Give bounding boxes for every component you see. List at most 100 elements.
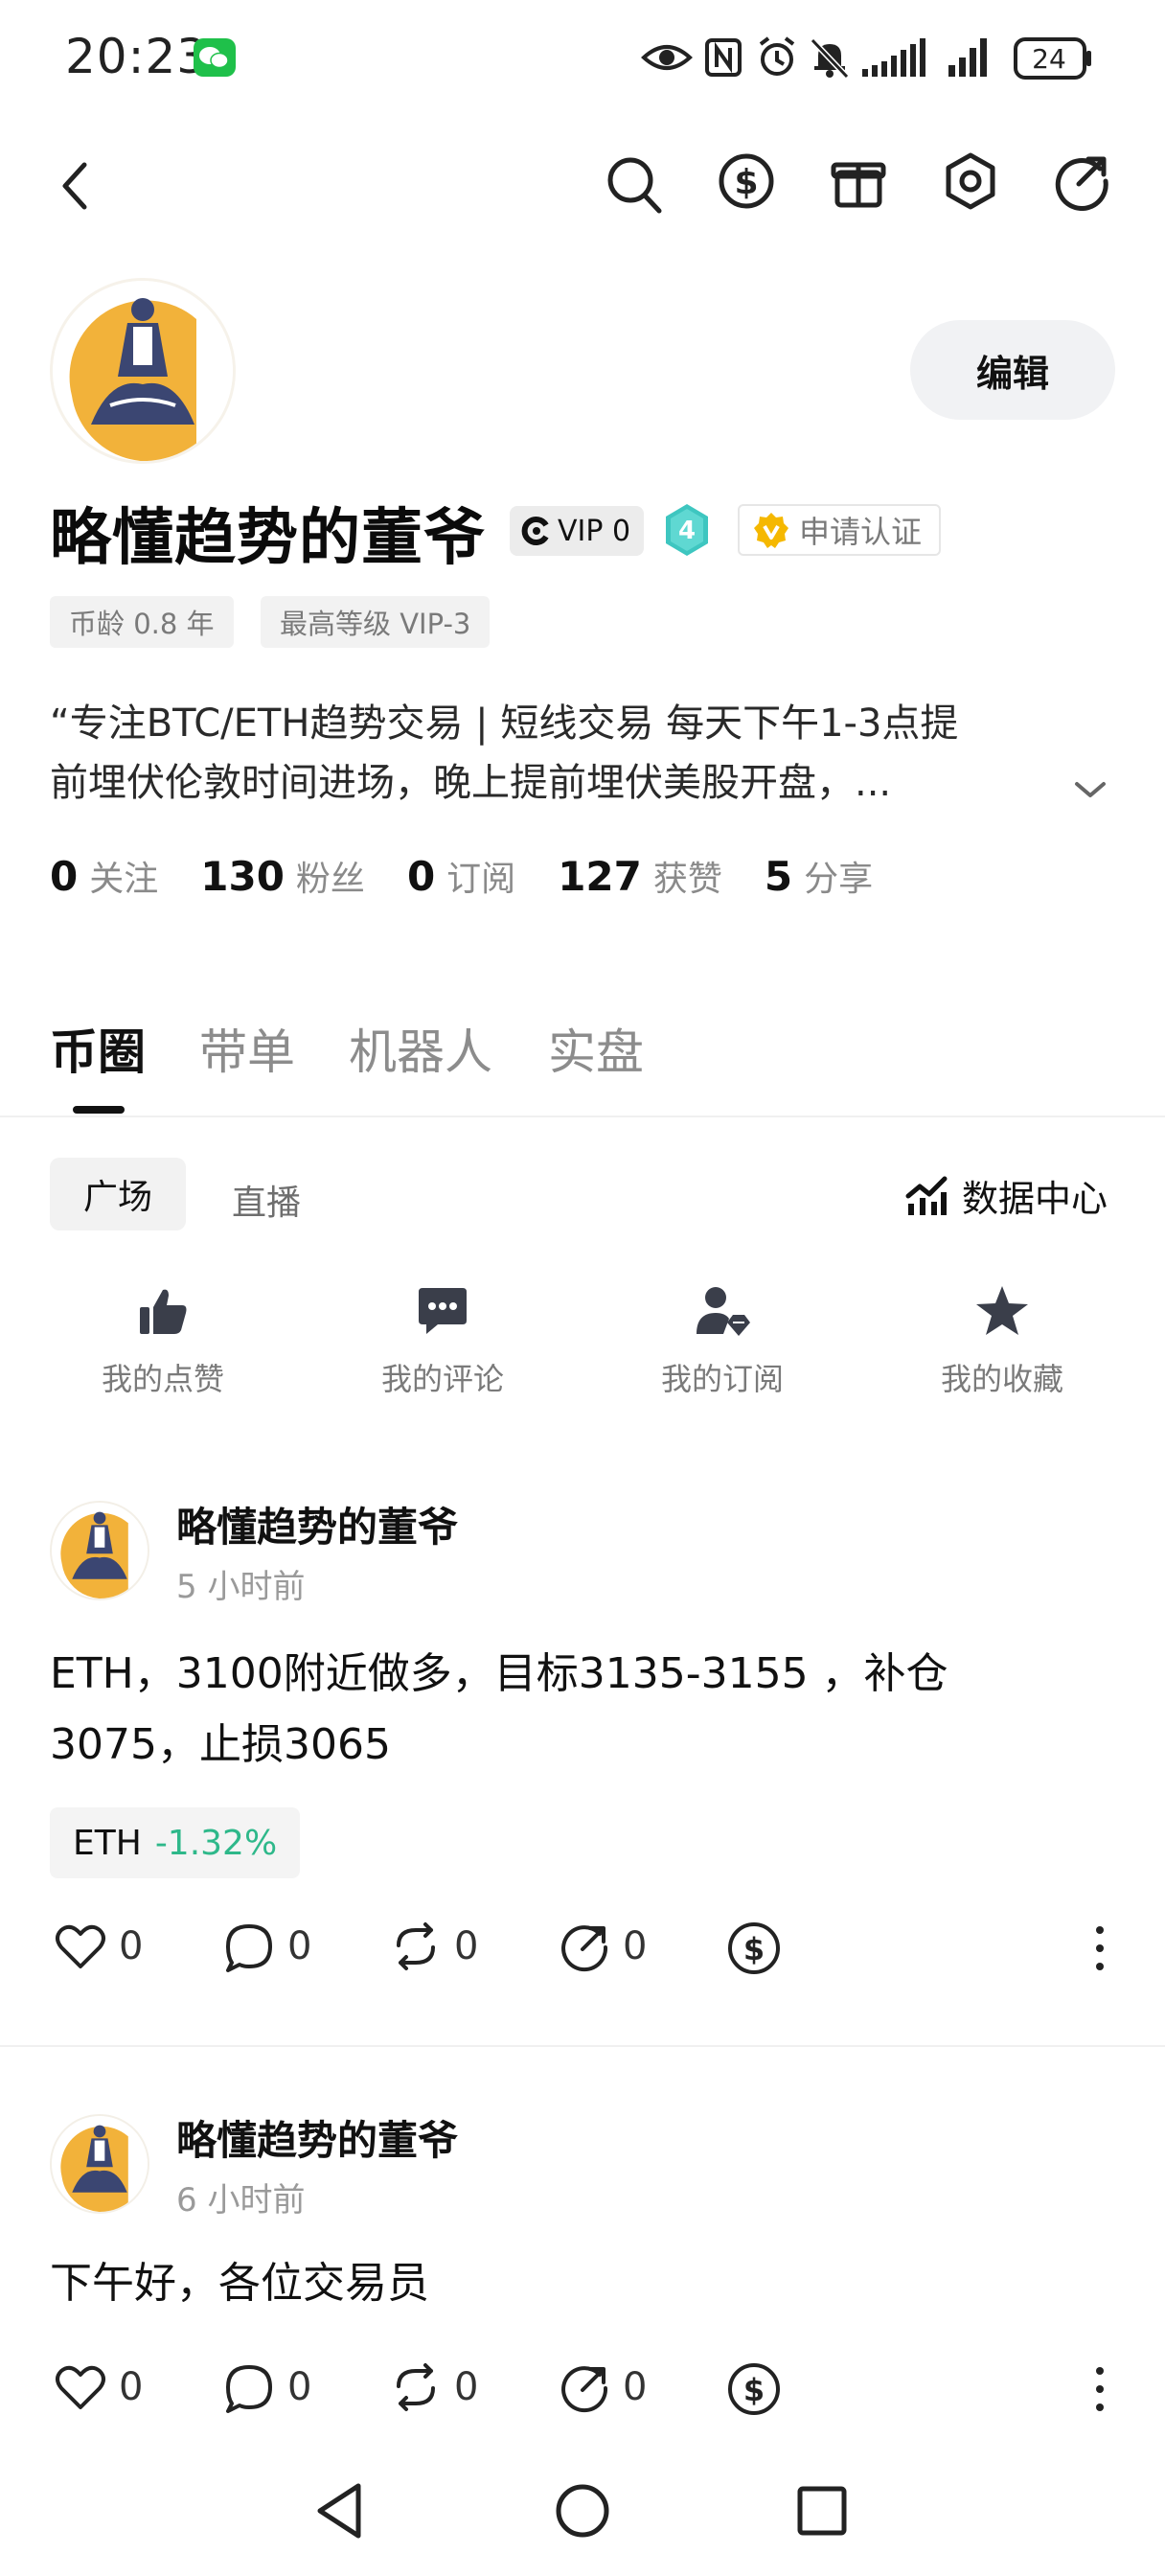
nav-back-icon[interactable] — [312, 2480, 366, 2542]
comment-button[interactable]: 0 — [222, 1920, 311, 1972]
post-timestamp: 5 小时前 — [176, 1568, 306, 1606]
shortcut-label: 我的订阅 — [660, 1361, 784, 1397]
my-favorites-shortcut[interactable]: 我的收藏 — [897, 1284, 1108, 1399]
signal-icon — [860, 34, 929, 80]
profile-bio[interactable]: “专注BTC/ETH趋势交易 | 短线交易 每天下午1-3点提 前埋伏伦敦时间进… — [50, 694, 1085, 813]
mute-bell-icon — [809, 34, 851, 80]
post-divider — [0, 2045, 1165, 2047]
share-icon[interactable] — [1052, 151, 1111, 211]
like-count: 0 — [119, 1924, 144, 1968]
coin-change: -1.32% — [154, 1823, 278, 1863]
tab-coin-circle[interactable]: 币圈 — [50, 1014, 146, 1083]
tabs-divider — [0, 1116, 1165, 1117]
data-center-label: 数据中心 — [962, 1178, 1108, 1220]
my-comments-shortcut[interactable]: 我的评论 — [337, 1284, 548, 1399]
post-author-avatar[interactable] — [50, 2114, 149, 2214]
comment-button[interactable]: 0 — [222, 2361, 311, 2413]
subscribe-icon — [695, 1284, 750, 1338]
stat-label: 关注 — [89, 860, 159, 899]
post-content[interactable]: 下午好，各位交易员 — [50, 2248, 1104, 2319]
wechat-notification-icon — [194, 38, 236, 77]
edit-profile-button[interactable]: 编辑 — [910, 320, 1115, 420]
post-content[interactable]: ETH，3100附近做多，目标3135-3155 ，补仓 3075，止损3065 — [50, 1639, 1104, 1781]
certify-icon — [753, 511, 789, 549]
post-line-2: 3075，止损3065 — [50, 1720, 391, 1769]
more-options-icon[interactable] — [1090, 1924, 1109, 1972]
coin-ticker-tag[interactable]: ETH -1.32% — [50, 1807, 301, 1878]
nav-recents-icon[interactable] — [795, 2480, 849, 2542]
svg-text:$: $ — [734, 163, 758, 202]
my-likes-shortcut[interactable]: 我的点赞 — [57, 1284, 268, 1399]
stat-shares[interactable]: 5 分享 — [765, 851, 873, 901]
svg-text:$: $ — [743, 1931, 765, 1967]
certify-label: 申请认证 — [799, 514, 923, 550]
subtab-live[interactable]: 直播 — [232, 1175, 301, 1225]
more-options-icon[interactable] — [1090, 2365, 1109, 2413]
heart-icon — [54, 2361, 107, 2413]
nav-home-icon[interactable] — [554, 2480, 611, 2542]
stat-value: 0 — [406, 853, 436, 900]
tip-button[interactable]: $ — [726, 1920, 782, 1976]
gift-icon[interactable] — [830, 151, 887, 211]
subtab-plaza[interactable]: 广场 — [50, 1158, 186, 1230]
level-badge[interactable]: 4 — [663, 502, 711, 558]
settings-icon[interactable] — [941, 151, 1000, 211]
thumbs-up-icon — [136, 1284, 190, 1338]
eye-icon — [640, 34, 694, 80]
repost-count: 0 — [454, 1924, 479, 1968]
stat-likes-received[interactable]: 127 获赞 — [558, 851, 722, 901]
repost-icon — [389, 2361, 443, 2413]
repost-button[interactable]: 0 — [389, 2361, 478, 2413]
tip-dollar-icon: $ — [726, 2361, 782, 2417]
tip-dollar-icon: $ — [726, 1920, 782, 1976]
profile-avatar[interactable] — [50, 278, 236, 464]
max-vip-tag: 最高等级 VIP-3 — [261, 596, 491, 648]
share-post-button[interactable]: 0 — [558, 1920, 647, 1972]
stat-followers[interactable]: 130 粉丝 — [200, 851, 365, 901]
post-line-1: ETH，3100附近做多，目标3135-3155 ，补仓 — [50, 1649, 948, 1698]
coin-symbol: ETH — [73, 1823, 142, 1863]
back-button[interactable] — [54, 157, 96, 215]
stat-value: 130 — [200, 853, 285, 900]
account-age-tag: 币龄 0.8 年 — [50, 596, 234, 648]
share-arrow-icon — [558, 2361, 611, 2413]
apply-certification-button[interactable]: 申请认证 — [738, 504, 942, 556]
share-arrow-icon — [558, 1920, 611, 1972]
stat-subscriptions[interactable]: 0 订阅 — [407, 851, 515, 901]
svg-text:$: $ — [743, 2372, 765, 2408]
share-count: 0 — [623, 1924, 648, 1968]
like-button[interactable]: 0 — [54, 1920, 143, 1972]
shortcut-label: 我的收藏 — [940, 1361, 1063, 1397]
vip-label: VIP 0 — [558, 514, 631, 548]
tab-bots[interactable]: 机器人 — [349, 1014, 492, 1083]
like-button[interactable]: 0 — [54, 2361, 143, 2413]
stat-label: 粉丝 — [295, 860, 365, 899]
tab-live-trading[interactable]: 实盘 — [548, 1014, 644, 1083]
star-icon — [974, 1284, 1030, 1338]
expand-bio-chevron-icon[interactable] — [1071, 776, 1109, 803]
vip-badge[interactable]: VIP 0 — [510, 506, 645, 556]
profile-username: 略懂趋势的董爷 — [50, 503, 486, 574]
data-center-button[interactable]: 数据中心 — [904, 1169, 1108, 1222]
my-subscriptions-shortcut[interactable]: 我的订阅 — [617, 1284, 828, 1399]
post-author-avatar[interactable] — [50, 1501, 149, 1600]
stat-following[interactable]: 0 关注 — [50, 851, 158, 901]
status-time: 20:23 — [65, 29, 209, 84]
search-icon[interactable] — [605, 151, 663, 217]
stat-label: 订阅 — [446, 860, 516, 899]
shortcut-label: 我的评论 — [380, 1361, 504, 1397]
post-author-name[interactable]: 略懂趋势的董爷 — [176, 1495, 458, 1553]
dollar-icon[interactable]: $ — [717, 151, 776, 211]
comment-bubble-icon — [222, 1920, 276, 1972]
profile-stats: 0 关注 130 粉丝 0 订阅 127 获赞 5 分享 — [50, 851, 915, 901]
nfc-icon — [703, 34, 743, 80]
shortcut-label: 我的点赞 — [101, 1361, 224, 1397]
heart-icon — [54, 1920, 107, 1972]
signal-icon-2 — [947, 34, 993, 80]
repost-button[interactable]: 0 — [389, 1920, 478, 1972]
tab-copy-trading[interactable]: 带单 — [199, 1014, 295, 1083]
tip-button[interactable]: $ — [726, 2361, 782, 2417]
post-author-name[interactable]: 略懂趋势的董爷 — [176, 2108, 458, 2167]
share-post-button[interactable]: 0 — [558, 2361, 647, 2413]
stat-label: 分享 — [804, 860, 874, 899]
